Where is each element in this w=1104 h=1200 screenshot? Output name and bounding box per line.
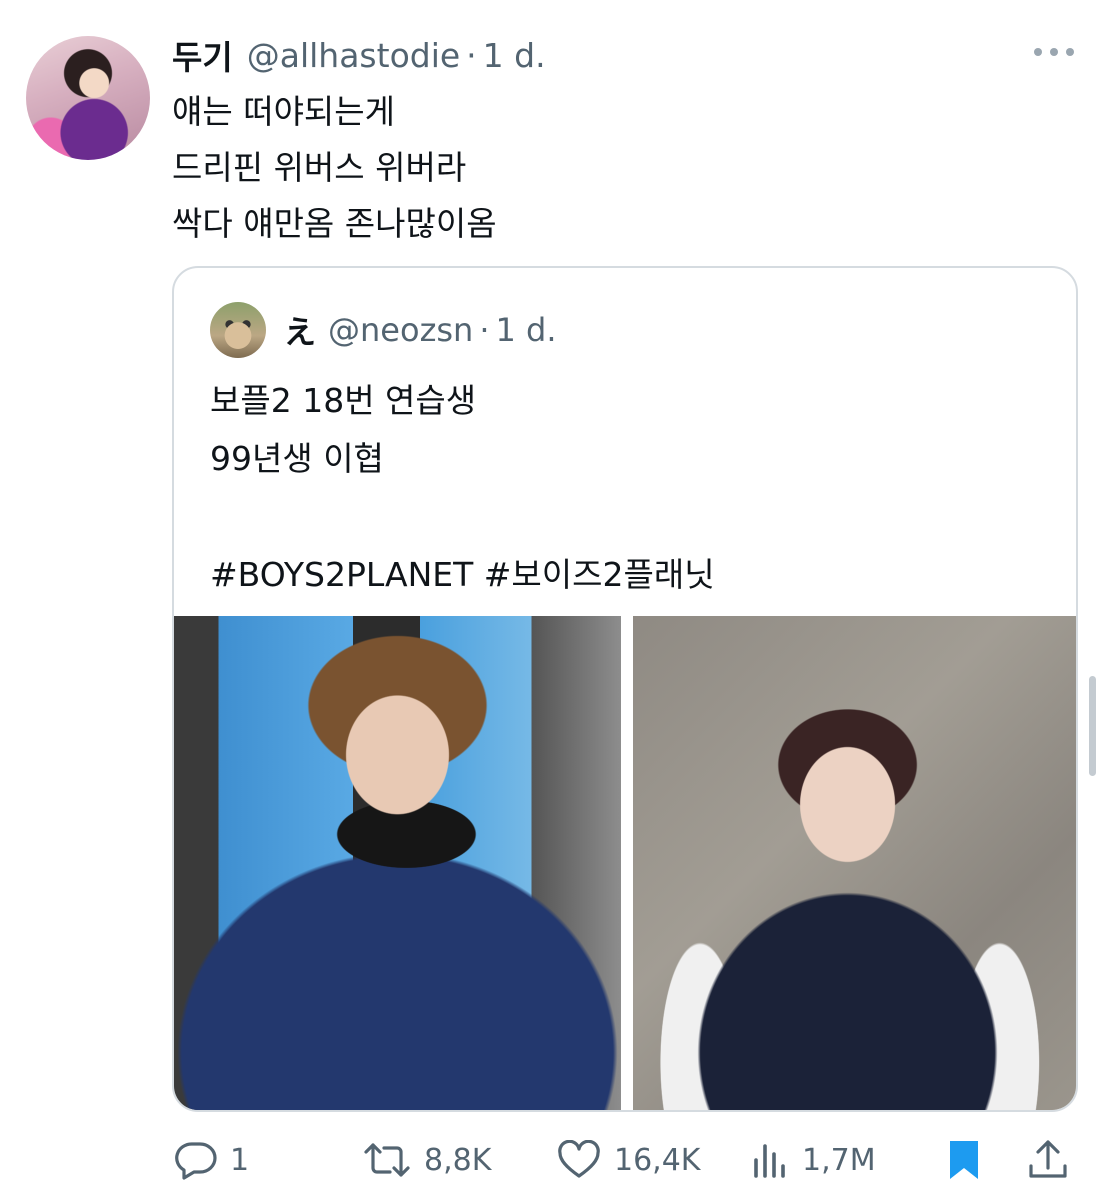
views-count: 1,7M <box>802 1142 876 1178</box>
scrollbar-thumb[interactable] <box>1089 676 1096 776</box>
more-dot <box>1066 48 1074 56</box>
quoted-hashtags[interactable]: #BOYS2PLANET #보이즈2플래닛 <box>210 546 715 604</box>
separator-dot: · <box>466 35 477 75</box>
tweet-text-line: 드리핀 위버스 위버라 <box>172 148 467 187</box>
quoted-text-line <box>210 488 715 546</box>
quoted-tweet-timestamp: 1 d. <box>495 311 557 349</box>
tweet-text-line: 얘는 떠야되는게 <box>172 92 396 131</box>
more-dot <box>1034 48 1042 56</box>
media-photo-2[interactable] <box>633 616 1076 1110</box>
action-bar: 1 8,8K 16,4K 1,7M <box>172 1130 1078 1190</box>
more-dot <box>1050 48 1058 56</box>
share-button[interactable] <box>1026 1130 1070 1190</box>
reply-icon <box>175 1142 217 1180</box>
reply-count: 1 <box>230 1142 250 1178</box>
retweet-icon <box>364 1143 410 1177</box>
like-button[interactable]: 16,4K <box>556 1130 700 1190</box>
retweet-button[interactable]: 8,8K <box>362 1130 491 1190</box>
bookmark-filled-icon <box>950 1141 978 1179</box>
quoted-author-avatar[interactable] <box>210 302 266 358</box>
retweet-count: 8,8K <box>424 1142 492 1178</box>
more-options-icon[interactable] <box>1034 40 1074 64</box>
share-icon <box>1029 1140 1067 1178</box>
author-handle[interactable]: @allhastodie <box>247 36 460 75</box>
tweet-timestamp[interactable]: 1 d. <box>483 36 546 75</box>
tweet-text-line: 싹다 얘만옴 존나많이옴 <box>172 204 497 243</box>
quoted-text-line: 99년생 이협 <box>210 439 384 478</box>
quoted-tweet-card[interactable]: え @neozsn · 1 d. 보플2 18번 연습생 99년생 이협 #BO… <box>172 266 1078 1112</box>
separator-dot: · <box>479 311 490 349</box>
quoted-text-line: 보플2 18번 연습생 <box>210 381 477 420</box>
views-button[interactable]: 1,7M <box>750 1130 876 1190</box>
heart-icon <box>558 1140 600 1178</box>
quoted-tweet-header: え @neozsn · 1 d. <box>284 304 557 356</box>
author-avatar[interactable] <box>26 36 150 160</box>
reply-button[interactable]: 1 <box>174 1130 249 1190</box>
tweet-header: 두기 @allhastodie · 1 d. <box>172 30 546 80</box>
author-display-name[interactable]: 두기 <box>172 31 233 79</box>
tweet-text: 얘는 떠야되는게 드리핀 위버스 위버라 싹다 얘만옴 존나많이옴 <box>172 84 497 252</box>
quoted-tweet-text: 보플2 18번 연습생 99년생 이협 #BOYS2PLANET #보이즈2플래… <box>210 372 715 604</box>
bookmark-button[interactable] <box>944 1130 984 1190</box>
quoted-author-handle: @neozsn <box>328 311 474 349</box>
quoted-author-display-name: え <box>284 313 317 351</box>
like-count: 16,4K <box>614 1142 701 1178</box>
views-chart-icon <box>754 1144 785 1178</box>
media-grid <box>174 616 1076 1110</box>
media-photo-1[interactable] <box>174 616 621 1110</box>
